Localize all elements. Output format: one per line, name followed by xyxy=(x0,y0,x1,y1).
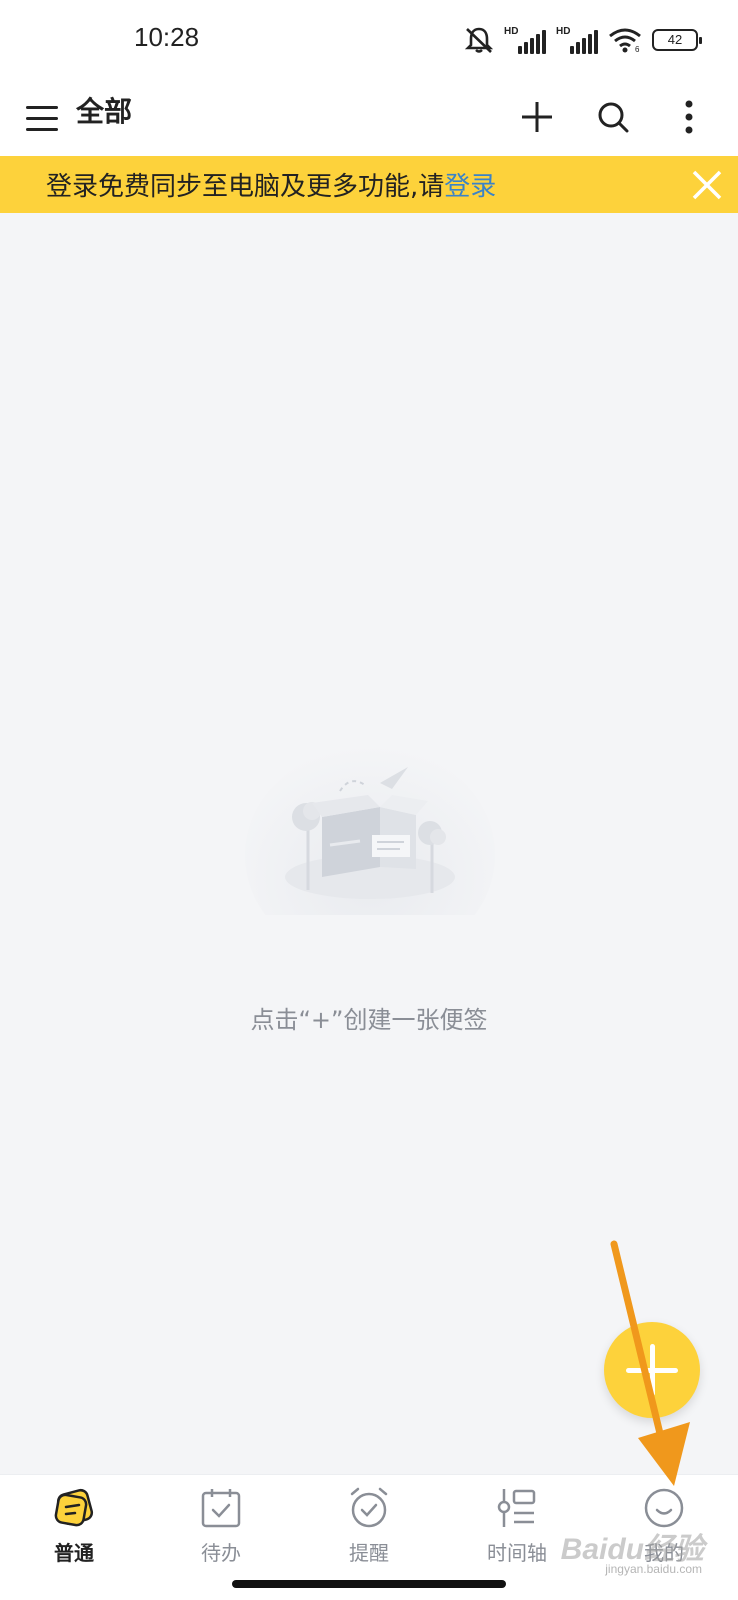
mute-icon xyxy=(464,27,494,53)
timeline-icon xyxy=(497,1489,536,1527)
tab-timeline[interactable]: 时间轴 xyxy=(457,1485,577,1581)
empty-hint: 点击“+”创建一张便签 xyxy=(250,1006,488,1034)
new-note-fab[interactable] xyxy=(604,1322,700,1418)
search-icon xyxy=(598,102,629,133)
tab-label: 待办 xyxy=(201,1541,241,1565)
status-bar: 10:28 HD HD 6 42 xyxy=(0,0,738,80)
hd-signal-icon: HD xyxy=(556,26,598,54)
banner-close-button[interactable] xyxy=(690,168,724,202)
tab-todo[interactable]: 待办 xyxy=(161,1485,281,1581)
login-banner-text: 登录免费同步至电脑及更多功能,请 xyxy=(46,172,445,202)
app-actions xyxy=(512,92,714,142)
alarm-clock-icon xyxy=(350,1487,388,1528)
add-icon xyxy=(522,102,552,132)
page-title: 全部 xyxy=(76,95,133,128)
wifi-icon: 6 xyxy=(609,28,641,53)
menu-icon[interactable] xyxy=(26,98,58,138)
add-button[interactable] xyxy=(512,92,562,142)
status-icons: HD HD 6 42 xyxy=(464,24,702,56)
tab-reminder[interactable]: 提醒 xyxy=(309,1485,429,1581)
notes-icon xyxy=(54,1488,94,1527)
status-time: 10:28 xyxy=(134,22,200,52)
battery-icon: 42 xyxy=(652,29,702,51)
watermark-url: jingyan.baidu.com xyxy=(605,1562,702,1576)
tab-label: 普通 xyxy=(54,1541,94,1565)
hd-signal-icon: HD xyxy=(504,26,546,54)
tab-normal[interactable]: 普通 xyxy=(14,1485,134,1581)
empty-box-illustration xyxy=(245,745,495,915)
login-link[interactable]: 登录 xyxy=(444,166,496,203)
close-icon xyxy=(692,170,722,200)
tab-label: 时间轴 xyxy=(487,1541,547,1565)
svg-text:6: 6 xyxy=(635,45,640,53)
calendar-check-icon xyxy=(201,1489,241,1528)
home-indicator[interactable] xyxy=(232,1580,506,1588)
more-icon xyxy=(685,100,693,134)
tab-label: 提醒 xyxy=(349,1541,389,1565)
login-banner: 登录免费同步至电脑及更多功能,请 登录 xyxy=(0,156,738,213)
more-button[interactable] xyxy=(664,92,714,142)
app-bar: 全部 xyxy=(0,80,738,156)
search-button[interactable] xyxy=(588,92,638,142)
